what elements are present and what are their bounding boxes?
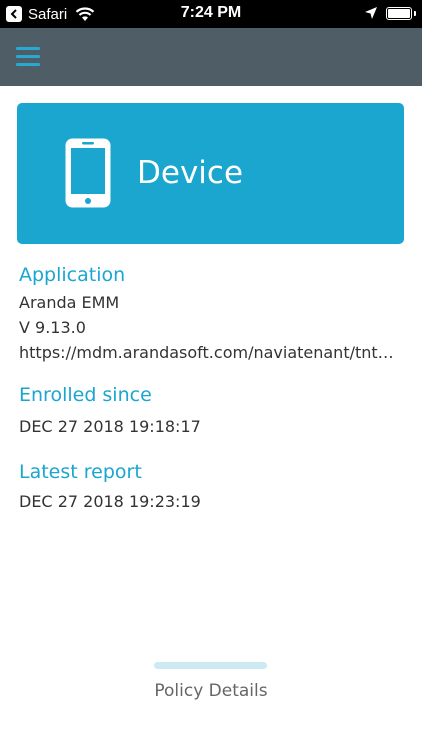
nav-bar <box>0 28 422 86</box>
status-time: 7:24 PM <box>180 4 242 21</box>
policy-details-link[interactable]: Policy Details <box>0 681 422 701</box>
page-indicator[interactable] <box>154 662 267 669</box>
application-label: Application <box>19 264 126 286</box>
application-name: Aranda EMM <box>19 293 120 312</box>
application-url: https://mdm.arandasoft.com/naviatenant/t… <box>19 343 399 362</box>
device-title: Device <box>137 155 244 191</box>
smartphone-icon <box>65 138 111 208</box>
device-card[interactable]: Device <box>17 103 404 244</box>
application-version: V 9.13.0 <box>19 318 86 337</box>
hamburger-menu-icon[interactable] <box>16 47 40 67</box>
battery-icon <box>386 6 416 20</box>
location-arrow-icon <box>365 7 377 19</box>
latest-report-label: Latest report <box>19 461 142 483</box>
enrolled-since-date: DEC 27 2018 19:18:17 <box>19 417 201 436</box>
enrolled-since-label: Enrolled since <box>19 384 152 406</box>
status-bar: Safari 7:24 PM <box>0 0 422 28</box>
latest-report-date: DEC 27 2018 19:23:19 <box>19 492 201 511</box>
